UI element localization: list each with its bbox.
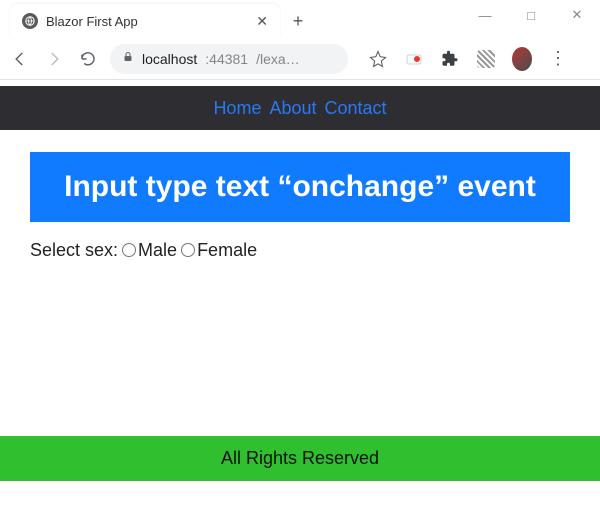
radio-male-label[interactable]: Male	[122, 240, 177, 261]
footer-text: All Rights Reserved	[221, 448, 379, 468]
nav-contact-link[interactable]: Contact	[325, 98, 387, 119]
address-bar[interactable]: localhost :44381/lexa…	[110, 44, 348, 74]
url-host: localhost	[142, 51, 197, 67]
window-close-button[interactable]: ✕	[554, 0, 600, 30]
radio-male-text: Male	[138, 240, 177, 261]
star-icon[interactable]	[368, 49, 388, 69]
tab-title: Blazor First App	[46, 14, 248, 29]
window-controls: — □ ✕	[462, 0, 600, 30]
browser-toolbar: localhost :44381/lexa… ⋮	[0, 38, 600, 80]
radio-male[interactable]	[122, 243, 136, 257]
radio-female-label[interactable]: Female	[181, 240, 257, 261]
radio-female-text: Female	[197, 240, 257, 261]
minimize-button[interactable]: —	[462, 0, 508, 30]
extension-red-icon[interactable]	[404, 49, 424, 69]
nav-about-link[interactable]: About	[269, 98, 316, 119]
site-navbar: Home About Contact	[0, 86, 600, 130]
page-heading: Input type text “onchange” event	[30, 152, 570, 222]
back-button[interactable]	[8, 47, 32, 71]
lock-icon	[122, 51, 134, 66]
browser-tab-active[interactable]: Blazor First App ✕	[10, 4, 280, 38]
radio-female[interactable]	[181, 243, 195, 257]
site-footer: All Rights Reserved	[0, 436, 600, 481]
globe-icon	[22, 13, 38, 29]
page-viewport: Home About Contact Input type text “onch…	[0, 86, 600, 511]
nav-home-link[interactable]: Home	[213, 98, 261, 119]
window-titlebar: Blazor First App ✕ + — □ ✕	[0, 0, 600, 38]
kebab-menu-icon[interactable]: ⋮	[548, 49, 568, 69]
reading-list-icon[interactable]	[476, 49, 496, 69]
select-sex-label: Select sex:	[30, 240, 118, 261]
reload-button[interactable]	[76, 47, 100, 71]
forward-button[interactable]	[42, 47, 66, 71]
main-content: Input type text “onchange” event Select …	[0, 130, 600, 261]
new-tab-button[interactable]: +	[284, 7, 312, 35]
puzzle-icon[interactable]	[440, 49, 460, 69]
url-port: :44381	[205, 51, 248, 67]
url-path: /lexa…	[256, 51, 300, 67]
profile-avatar[interactable]	[512, 49, 532, 69]
maximize-button[interactable]: □	[508, 0, 554, 30]
select-sex-row: Select sex: Male Female	[30, 240, 570, 261]
close-tab-icon[interactable]: ✕	[256, 13, 268, 30]
